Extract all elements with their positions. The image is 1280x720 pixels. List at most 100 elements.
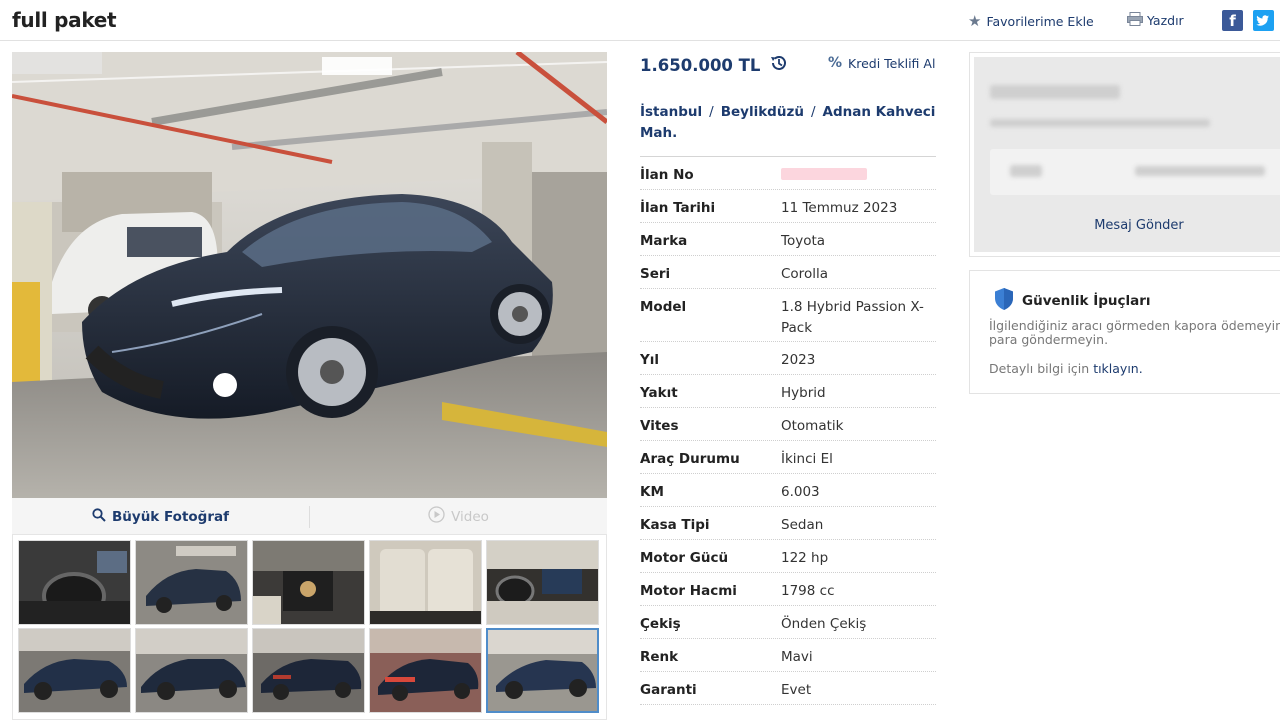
spec-key: Seri — [640, 266, 671, 282]
spec-row-model: Model 1.8 Hybrid Passion X-Pack — [640, 289, 936, 342]
spec-value: Evet — [781, 682, 812, 698]
spec-key: Motor Hacmi — [640, 583, 737, 599]
seller-info-blurred: Mesaj Gönder — [974, 57, 1280, 252]
thumbnail[interactable] — [18, 628, 131, 713]
spec-value: Corolla — [781, 266, 828, 282]
spec-value: 2023 — [781, 352, 816, 368]
spec-row-listing-no: İlan No — [640, 157, 936, 190]
spec-value: İkinci El — [781, 451, 833, 467]
photo-actions-bar: Büyük Fotoğraf Video — [12, 498, 607, 535]
spec-row-date: İlan Tarihi 11 Temmuz 2023 — [640, 190, 936, 223]
breadcrumb-separator: / — [709, 104, 714, 120]
top-bar: full paket ★ Favorilerime Ekle Yazdır f — [0, 0, 1280, 41]
spec-key: Yıl — [640, 352, 660, 368]
percent-icon: % — [828, 55, 843, 71]
credit-offer-label: Kredi Teklifi Al — [848, 55, 936, 71]
location-district[interactable]: Beylikdüzü — [721, 104, 804, 120]
shield-icon — [993, 287, 1015, 315]
spec-key: Model — [640, 299, 687, 315]
big-photo-button[interactable]: Büyük Fotoğraf — [12, 498, 309, 535]
thumbnail[interactable] — [486, 540, 599, 625]
video-label: Video — [451, 508, 489, 525]
spec-value: Önden Çekiş — [781, 616, 867, 632]
phone-box[interactable] — [990, 149, 1280, 195]
seller-box: Mesaj Gönder — [969, 52, 1280, 257]
spec-row-engine-volume: Motor Hacmi 1798 cc — [640, 573, 936, 606]
spec-key: Yakıt — [640, 385, 678, 401]
spec-value: 122 hp — [781, 550, 829, 566]
safety-title-text: Güvenlik İpuçları — [1022, 293, 1151, 309]
thumbnail[interactable] — [369, 540, 482, 625]
spec-value: Toyota — [781, 233, 826, 249]
safety-tips-box: Güvenlik İpuçları İlgilendiğiniz aracı g… — [969, 270, 1280, 394]
spec-key: Garanti — [640, 682, 697, 698]
facebook-share-icon[interactable]: f — [1222, 10, 1243, 31]
spec-value: Otomatik — [781, 418, 844, 434]
spec-value: 11 Temmuz 2023 — [781, 200, 898, 216]
listing-title: full paket — [12, 8, 117, 32]
thumbnail[interactable] — [135, 628, 248, 713]
credit-offer-link[interactable]: % Kredi Teklifi Al — [828, 55, 935, 71]
location-city[interactable]: İstanbul — [640, 104, 702, 120]
thumbnail[interactable] — [252, 628, 365, 713]
thumbnail[interactable] — [369, 628, 482, 713]
spec-value: 1.8 Hybrid Passion X-Pack — [781, 299, 924, 336]
twitter-share-icon[interactable] — [1253, 10, 1274, 31]
print-label: Yazdır — [1147, 13, 1184, 28]
price-history-icon[interactable] — [769, 53, 789, 77]
location-breadcrumb: İstanbul / Beylikdüzü / Adnan Kahveci Mah. — [640, 102, 938, 144]
spec-key: Vites — [640, 418, 679, 434]
spec-key: Çekiş — [640, 616, 681, 632]
send-message-link[interactable]: Mesaj Gönder — [974, 218, 1280, 233]
search-icon — [92, 507, 106, 526]
spec-row-brand: Marka Toyota — [640, 223, 936, 256]
spec-row-transmission: Vites Otomatik — [640, 408, 936, 441]
spec-key: KM — [640, 484, 664, 500]
spec-value: Mavi — [781, 649, 813, 665]
breadcrumb-separator: / — [810, 104, 816, 120]
spec-key: İlan Tarihi — [640, 200, 716, 216]
safety-more-info: Detaylı bilgi için tıklayın. — [989, 361, 1143, 376]
spec-row-year: Yıl 2023 — [640, 342, 936, 375]
spec-row-fuel: Yakıt Hybrid — [640, 375, 936, 408]
thumbnail-grid — [12, 535, 607, 720]
spec-value — [781, 165, 936, 187]
spec-key: Kasa Tipi — [640, 517, 710, 533]
spec-row-body-type: Kasa Tipi Sedan — [640, 507, 936, 540]
price-value: 1.650.000 TL — [640, 55, 761, 75]
spec-key: Renk — [640, 649, 679, 665]
spec-row-km: KM 6.003 — [640, 474, 936, 507]
safety-tips-title: Güvenlik İpuçları — [993, 287, 1151, 315]
spec-key: İlan No — [640, 167, 694, 183]
blurred-phone-label — [1010, 165, 1042, 177]
spec-value: Sedan — [781, 517, 824, 533]
thumbnail[interactable] — [135, 540, 248, 625]
thumbnail-selected[interactable] — [486, 628, 599, 713]
safety-tip-text: İlgilendiğiniz aracı görmeden kapora öde… — [989, 318, 1280, 347]
blurred-seller-name — [990, 85, 1120, 99]
spec-key: Marka — [640, 233, 688, 249]
spec-row-warranty: Garanti Evet — [640, 672, 936, 705]
print-link[interactable]: Yazdır — [1127, 12, 1184, 29]
printer-icon — [1127, 12, 1143, 29]
spec-row-color: Renk Mavi — [640, 639, 936, 672]
safety-more-link[interactable]: tıklayın. — [1093, 361, 1143, 376]
thumbnail[interactable] — [18, 540, 131, 625]
spec-value: 1798 cc — [781, 583, 835, 599]
thumbnail[interactable] — [252, 540, 365, 625]
star-icon: ★ — [968, 12, 982, 30]
video-button: Video — [310, 498, 607, 535]
add-to-favorites-link[interactable]: ★ Favorilerime Ekle — [968, 12, 1094, 30]
spec-row-power: Motor Gücü 122 hp — [640, 540, 936, 573]
spec-value: Hybrid — [781, 385, 826, 401]
favorites-label: Favorilerime Ekle — [986, 13, 1094, 29]
spec-key: Motor Gücü — [640, 550, 729, 566]
spec-row-condition: Araç Durumu İkinci El — [640, 441, 936, 474]
blurred-seller-details — [990, 119, 1210, 127]
redacted-listing-number — [781, 168, 867, 180]
spec-key: Araç Durumu — [640, 451, 740, 467]
spec-row-series: Seri Corolla — [640, 256, 936, 289]
price: 1.650.000 TL — [640, 53, 789, 77]
main-photo[interactable] — [12, 52, 607, 498]
blurred-phone-number — [1135, 166, 1265, 176]
